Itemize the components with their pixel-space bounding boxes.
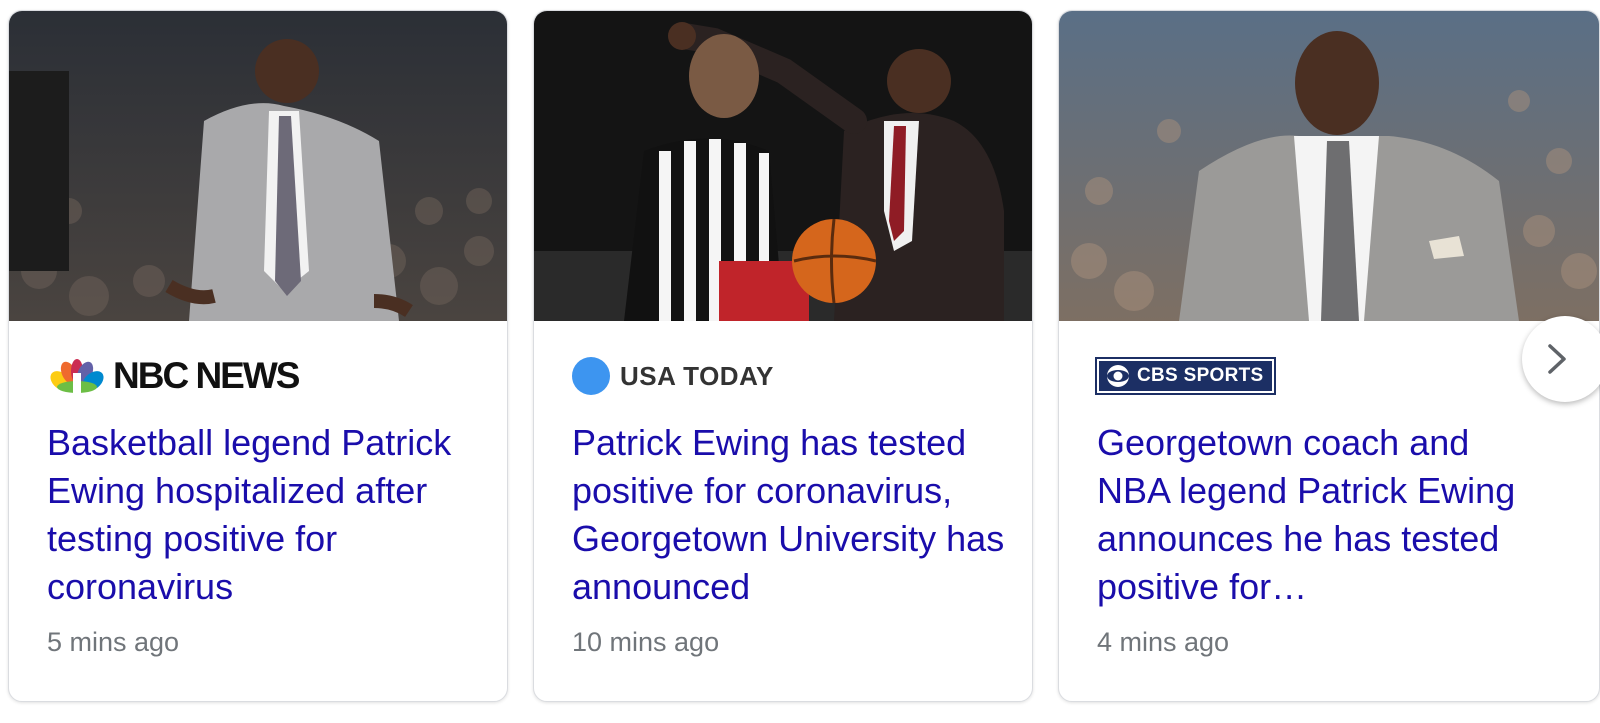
news-card[interactable]: USA TODAY Patrick Ewing has tested posit… (533, 10, 1033, 702)
news-card[interactable]: CBS SPORTS Georgetown coach and NBA lege… (1058, 10, 1600, 702)
source-logo: CBS SPORTS (1095, 356, 1276, 396)
source-name: USA TODAY (620, 360, 774, 391)
news-headline-link[interactable]: Patrick Ewing has tested positive for co… (572, 419, 1012, 611)
source-name: CBS SPORTS (1137, 365, 1264, 386)
nbc-peacock-icon (50, 359, 104, 393)
source-logo: USA TODAY (572, 356, 774, 396)
chevron-right-icon (1548, 344, 1566, 374)
news-carousel: NBC NEWS Basketball legend Patrick Ewing… (0, 0, 1600, 723)
source-logo: NBC NEWS (47, 355, 300, 396)
cbs-sports-badge: CBS SPORTS (1095, 357, 1276, 395)
news-card[interactable]: NBC NEWS Basketball legend Patrick Ewing… (8, 10, 508, 702)
news-thumbnail-image[interactable] (9, 11, 507, 321)
carousel-next-button[interactable] (1522, 316, 1600, 402)
news-timestamp: 4 mins ago (1097, 627, 1230, 657)
news-timestamp: 10 mins ago (572, 627, 720, 657)
news-headline-link[interactable]: Basketball legend Patrick Ewing hospital… (47, 419, 487, 611)
source-name: NBC NEWS (113, 355, 300, 396)
news-headline-link[interactable]: Georgetown coach and NBA legend Patrick … (1097, 419, 1537, 611)
usa-today-dot-icon (572, 357, 610, 395)
news-thumbnail-image[interactable] (534, 11, 1032, 321)
news-thumbnail-image[interactable] (1059, 11, 1599, 321)
cbs-eye-icon (1107, 365, 1129, 387)
news-timestamp: 5 mins ago (47, 627, 180, 657)
